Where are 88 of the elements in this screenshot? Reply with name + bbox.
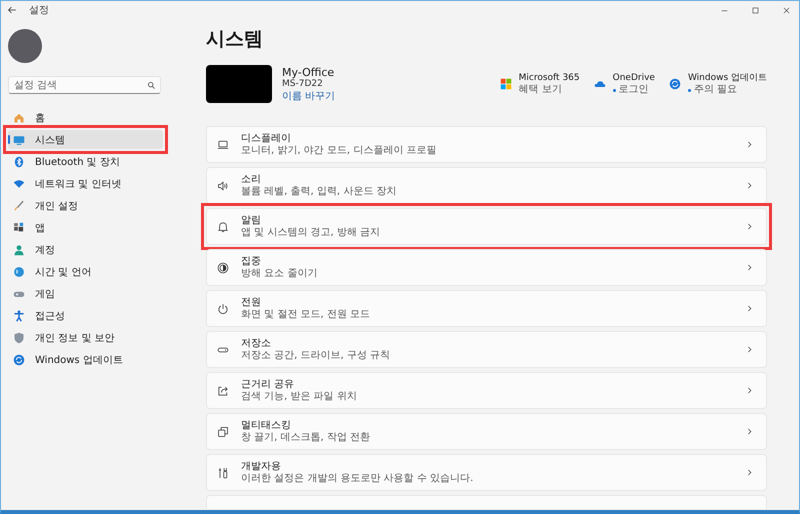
speaker-icon xyxy=(217,180,229,192)
card-subtitle: 창 끌기, 데스크톱, 작업 전환 xyxy=(241,432,372,444)
sidebar-item[interactable]: 홈 xyxy=(8,108,163,127)
window-title: 설정 xyxy=(29,4,49,17)
chevron-right-icon xyxy=(745,222,754,231)
card-title: 근거리 공유 xyxy=(241,378,296,390)
settings-card[interactable]: 디스플레이 모니터, 밝기, 야간 모드, 디스플레이 프로필 xyxy=(206,126,767,163)
chevron-right-icon xyxy=(745,304,754,313)
sidebar-item[interactable]: 개인 설정 xyxy=(8,196,163,215)
sidebar-item[interactable]: 개인 정보 및 보안 xyxy=(8,328,163,347)
close-icon[interactable] xyxy=(782,6,791,14)
sidebar-item[interactable]: Bluetooth 및 장치 xyxy=(8,152,163,171)
rename-link[interactable]: 이름 바꾸기 xyxy=(282,90,336,102)
settings-card[interactable]: 개발자용 이러한 설정은 개발의 용도로만 사용할 수 있습니다. xyxy=(206,454,767,491)
sidebar-item[interactable]: 앱 xyxy=(8,218,163,237)
device-name: My-Office xyxy=(282,66,336,78)
shield-icon xyxy=(13,332,25,344)
monitor-icon xyxy=(13,134,25,146)
chevron-right-icon xyxy=(745,468,754,477)
tiles-icon xyxy=(500,78,512,90)
card-title: 멀티태스킹 xyxy=(241,420,292,432)
device-model: MS-7D22 xyxy=(282,78,324,90)
back-arrow-icon[interactable] xyxy=(7,5,17,15)
sidebar-item[interactable]: 시간 및 언어 xyxy=(8,262,163,281)
card-subtitle: 모니터, 밝기, 야간 모드, 디스플레이 프로필 xyxy=(241,144,438,156)
sidebar-item[interactable]: 네트워크 및 인터넷 xyxy=(8,174,163,193)
card-title: 개발자용 xyxy=(241,460,282,472)
sidebar-item[interactable]: 계정 xyxy=(8,240,163,259)
card-subtitle: 앱 및 시스템의 경고, 방해 금지 xyxy=(241,226,382,238)
sidebar-item[interactable]: Windows 업데이트 xyxy=(8,350,163,369)
globe-icon xyxy=(13,266,25,278)
bell-icon xyxy=(217,220,229,232)
sidebar-item[interactable]: 게임 xyxy=(8,284,163,303)
settings-card[interactable]: 알림 앱 및 시스템의 경고, 방해 금지 xyxy=(206,208,767,245)
focus-icon xyxy=(217,262,229,274)
avatar-circle[interactable] xyxy=(8,29,42,63)
chevron-right-icon xyxy=(745,345,754,354)
card-title: 소리 xyxy=(241,174,262,186)
card-subtitle: 검색 기능, 받은 파일 위치 xyxy=(241,390,358,402)
sync-icon xyxy=(668,78,681,90)
settings-card[interactable]: 소리 볼륨 레벨, 출력, 입력, 사운드 장치 xyxy=(206,167,767,204)
service-status: 로그인 xyxy=(618,84,649,96)
accessibility-icon xyxy=(13,310,25,322)
maximize-icon[interactable] xyxy=(751,6,760,14)
apps-icon xyxy=(13,222,25,234)
settings-card[interactable]: 집중 방해 요소 줄이기 xyxy=(206,249,767,286)
card-title: 알림 xyxy=(241,214,262,226)
card-subtitle: 화면 및 절전 모드, 전원 모드 xyxy=(241,308,372,320)
search-field[interactable]: 설정 검색 xyxy=(8,76,161,94)
sync-icon xyxy=(13,354,25,366)
selection-indicator xyxy=(8,135,10,144)
page-title: 시스템 xyxy=(206,27,264,51)
chevron-right-icon xyxy=(745,263,754,272)
card-title: 저장소 xyxy=(241,338,272,350)
brush-icon xyxy=(13,200,25,212)
card-subtitle: 이러한 설정은 개발의 용도로만 사용할 수 있습니다. xyxy=(241,472,474,484)
card-title: 집중 xyxy=(241,256,262,268)
card-subtitle: 볼륨 레벨, 출력, 입력, 사운드 장치 xyxy=(241,186,398,198)
service-status: 혜택 보기 xyxy=(518,84,562,96)
bluetooth-icon xyxy=(13,156,25,168)
card-title: 디스플레이 xyxy=(241,132,292,144)
sidebar-item[interactable]: 시스템 xyxy=(8,130,163,149)
home-icon xyxy=(13,112,25,124)
settings-card[interactable]: 저장소 저장소 공간, 드라이브, 구성 규칙 xyxy=(206,331,767,368)
service-title: OneDrive xyxy=(612,72,655,84)
person-icon xyxy=(13,244,25,256)
service-title: Windows 업데이트 xyxy=(688,72,767,84)
search-icon[interactable] xyxy=(147,81,156,90)
chevron-right-icon xyxy=(745,427,754,436)
overlapping-windows-icon xyxy=(217,426,229,438)
service-status: 주의 필요 xyxy=(694,84,738,96)
service-title: Microsoft 365 xyxy=(518,72,580,84)
chevron-right-icon xyxy=(745,181,754,190)
share-icon xyxy=(217,384,229,396)
card-subtitle: 방해 요소 줄이기 xyxy=(241,268,318,280)
tools-icon xyxy=(217,466,229,478)
wifi-icon xyxy=(13,178,25,190)
card-subtitle: 저장소 공간, 드라이브, 구성 규칙 xyxy=(241,350,392,362)
laptop-icon xyxy=(217,138,229,150)
chevron-right-icon xyxy=(745,386,754,395)
chevron-right-icon xyxy=(745,140,754,149)
sidebar-item[interactable]: 접근성 xyxy=(8,306,163,325)
settings-card[interactable]: 근거리 공유 검색 기능, 받은 파일 위치 xyxy=(206,372,767,409)
power-icon xyxy=(217,302,229,314)
device-image xyxy=(206,65,272,103)
settings-card[interactable]: 멀티태스킹 창 끌기, 데스크톱, 작업 전환 xyxy=(206,413,767,450)
settings-card[interactable]: 전원 화면 및 절전 모드, 전원 모드 xyxy=(206,290,767,327)
card-title: 전원 xyxy=(241,296,262,308)
